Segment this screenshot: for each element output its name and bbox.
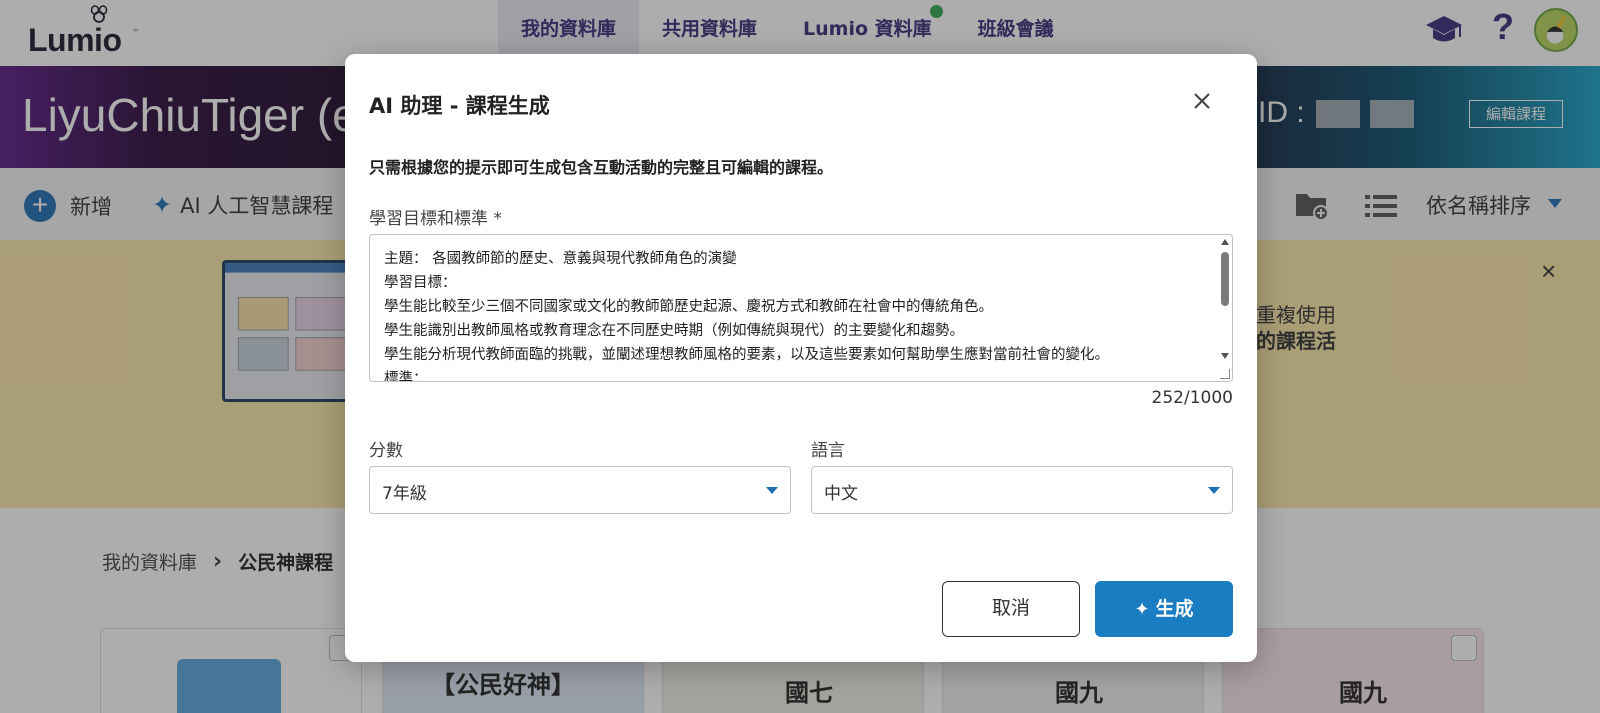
close-icon[interactable] <box>1189 88 1215 114</box>
dialog-title: AI 助理 - 課程生成 <box>369 94 550 118</box>
textarea-scrollbar[interactable] <box>1218 235 1232 381</box>
generate-button[interactable]: ✦ 生成 <box>1095 581 1233 637</box>
objectives-label: 學習目標和標準 * <box>369 209 502 229</box>
scroll-down-icon[interactable] <box>1221 353 1229 359</box>
character-counter: 252/1000 <box>1151 388 1233 408</box>
objectives-line: 學生能識別出教師風格或教育理念在不同歷史時期（例如傳統與現代）的主要變化和趨勢。 <box>384 323 964 339</box>
cancel-button[interactable]: 取消 <box>942 581 1080 637</box>
objectives-line: 學生能比較至少三個不同國家或文化的教師節歷史起源、慶祝方式和教師在社會中的傳統角… <box>384 299 993 315</box>
dialog-description: 只需根據您的提示即可生成包含互動活動的完整且可編輯的課程。 <box>369 158 834 177</box>
scroll-up-icon[interactable] <box>1221 239 1229 245</box>
chevron-down-icon <box>766 487 778 494</box>
chevron-down-icon <box>1208 487 1220 494</box>
grade-label: 分數 <box>369 441 403 461</box>
objectives-line: 學習目標： <box>384 275 457 291</box>
objectives-textarea[interactable]: 主題： 各國教師節的歷史、意義與現代教師角色的演變 學習目標： 學生能比較至少三… <box>369 234 1233 382</box>
objectives-line: 標準： <box>384 371 428 382</box>
objectives-text: 主題： 各國教師節的歷史、意義與現代教師角色的演變 學習目標： 學生能比較至少三… <box>384 247 1204 382</box>
scroll-thumb[interactable] <box>1221 252 1229 306</box>
language-select[interactable]: 中文 <box>811 466 1233 514</box>
grade-value: 7年級 <box>382 484 427 504</box>
grade-select[interactable]: 7年級 <box>369 466 791 514</box>
language-label: 語言 <box>811 441 845 461</box>
language-value: 中文 <box>824 484 858 504</box>
objectives-line: 學生能分析現代教師面臨的挑戰，並闡述理想教師風格的要素，以及這些要素如何幫助學生… <box>384 347 1109 363</box>
sparkle-icon: ✦ <box>1134 599 1150 620</box>
generate-label: 生成 <box>1155 598 1194 620</box>
objectives-line: 主題： 各國教師節的歷史、意義與現代教師角色的演變 <box>384 251 737 267</box>
ai-course-generator-dialog: AI 助理 - 課程生成 只需根據您的提示即可生成包含互動活動的完整且可編輯的課… <box>345 54 1257 662</box>
resize-handle-icon[interactable] <box>1220 369 1230 379</box>
